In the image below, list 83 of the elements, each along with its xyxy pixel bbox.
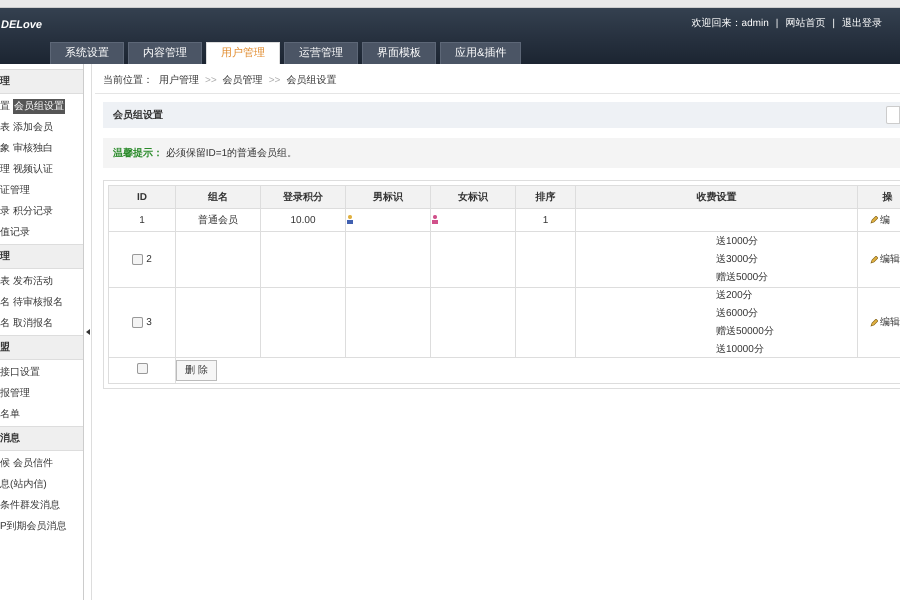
breadcrumb-link[interactable]: 会员管理 [222, 73, 263, 88]
checkbox[interactable] [132, 254, 144, 265]
sidebar-link[interactable]: 发布活动 [13, 274, 53, 288]
edit-link[interactable]: 编辑 [870, 252, 900, 267]
id-cell-text: 3 [146, 316, 152, 330]
sidebar-link[interactable]: 息(站内信) [0, 476, 47, 492]
header-link[interactable]: 退出登录 [842, 16, 882, 31]
separator-text: | [776, 17, 778, 31]
sidebar-section-header: 理 [0, 244, 83, 269]
sidebar-link[interactable]: P到期会员消息 [0, 518, 67, 534]
nav-tab[interactable]: 界面模板 [362, 42, 436, 64]
nav-tab[interactable]: 运营管理 [284, 42, 358, 64]
column-header: 女标识 [430, 186, 516, 208]
female-figure-icon [431, 214, 439, 226]
id-cell-text: 2 [146, 253, 152, 267]
column-header: 排序 [516, 186, 576, 208]
sidebar-link[interactable]: 条件群发消息 [0, 498, 60, 512]
panel-button[interactable] [886, 106, 900, 124]
edit-link[interactable]: 编辑 [870, 315, 900, 330]
sidebar-link[interactable]: 候 [0, 456, 10, 470]
sidebar-link[interactable]: 置 [0, 98, 10, 114]
sidebar-link[interactable]: 视频认证 [13, 162, 53, 176]
fee-text: 送200分 [716, 289, 754, 303]
fee-text: 送6000分 [716, 307, 760, 321]
group-name-cell: 普通会员 [198, 214, 238, 226]
male-figure-icon [346, 214, 354, 226]
sidebar-link[interactable]: 表 [0, 120, 10, 134]
breadcrumb-link[interactable]: 会员组设置 [286, 73, 336, 88]
fee-text: 送3000分 [716, 253, 760, 267]
breadcrumb-label: 当前位置： [103, 74, 153, 88]
order-cell: 1 [542, 214, 548, 226]
id-cell: 1 [139, 214, 145, 226]
sidebar-link[interactable]: 积分记录 [13, 204, 53, 218]
sidebar-link[interactable]: 录 [0, 204, 10, 218]
pencil-icon [870, 256, 878, 264]
column-header: 收费设置 [576, 186, 858, 208]
fee-text: 赠送5000分 [716, 270, 770, 285]
nav-tab[interactable]: 内容管理 [128, 42, 202, 64]
checkbox[interactable] [136, 362, 148, 374]
sidebar-link[interactable]: 名 [0, 294, 10, 310]
sidebar-section-header: 理 [0, 69, 83, 94]
pencil-icon [870, 318, 878, 326]
sidebar-link[interactable]: 待审核报名 [13, 294, 63, 310]
fee-text: 送1000分 [716, 235, 760, 249]
sidebar-link[interactable]: 取消报名 [13, 316, 53, 330]
sidebar-link[interactable]: 证管理 [0, 182, 30, 198]
sidebar-link[interactable]: 表 [0, 274, 10, 288]
points-cell: 10.00 [290, 214, 316, 226]
breadcrumb-separator: >> [205, 74, 217, 88]
sidebar-link[interactable]: 值记录 [0, 224, 30, 240]
sidebar-link[interactable]: 象 [0, 140, 10, 156]
sidebar-link[interactable]: 会员组设置 [13, 98, 65, 114]
header-link[interactable]: 网站首页 [785, 16, 826, 31]
welcome-text: 欢迎回来：admin [692, 16, 769, 31]
column-header: 组名 [176, 186, 260, 208]
collapse-arrow-icon[interactable] [86, 329, 90, 335]
pencil-icon [870, 216, 878, 224]
sidebar-link[interactable]: 名单 [0, 406, 20, 422]
sidebar-link[interactable]: 会员信件 [13, 456, 53, 470]
fee-text: 赠送50000分 [716, 324, 775, 339]
column-header: 登录积分 [260, 186, 346, 208]
sidebar-link[interactable]: 名 [0, 316, 10, 330]
separator-text: | [832, 17, 835, 31]
column-header: ID [108, 186, 176, 208]
sidebar-link[interactable]: 审核独白 [13, 140, 53, 156]
checkbox[interactable] [132, 317, 144, 328]
site-logo: DELove [1, 18, 42, 33]
panel-title: 会员组设置 [113, 108, 163, 122]
sidebar-link[interactable]: 接口设置 [0, 364, 40, 380]
nav-tab[interactable]: 应用&插件 [440, 42, 522, 64]
breadcrumb-separator: >> [268, 74, 280, 88]
sidebar-section-header: 消息 [0, 426, 83, 451]
nav-tab[interactable]: 系统设置 [50, 42, 124, 64]
sidebar-link[interactable]: 理 [0, 162, 10, 176]
breadcrumb-link[interactable]: 用户管理 [159, 73, 199, 88]
fee-text: 送10000分 [716, 343, 765, 357]
column-header: 操 [858, 186, 900, 208]
sidebar-link[interactable]: 报管理 [0, 386, 30, 400]
delete-button[interactable]: 删 除 [176, 360, 217, 381]
sidebar-link[interactable]: 添加会员 [13, 120, 53, 134]
column-header: 男标识 [346, 186, 430, 208]
sidebar-section-header: 盟 [0, 335, 83, 360]
tip-text: 温馨提示： 必须保留ID=1的普通会员组。 [113, 146, 298, 160]
